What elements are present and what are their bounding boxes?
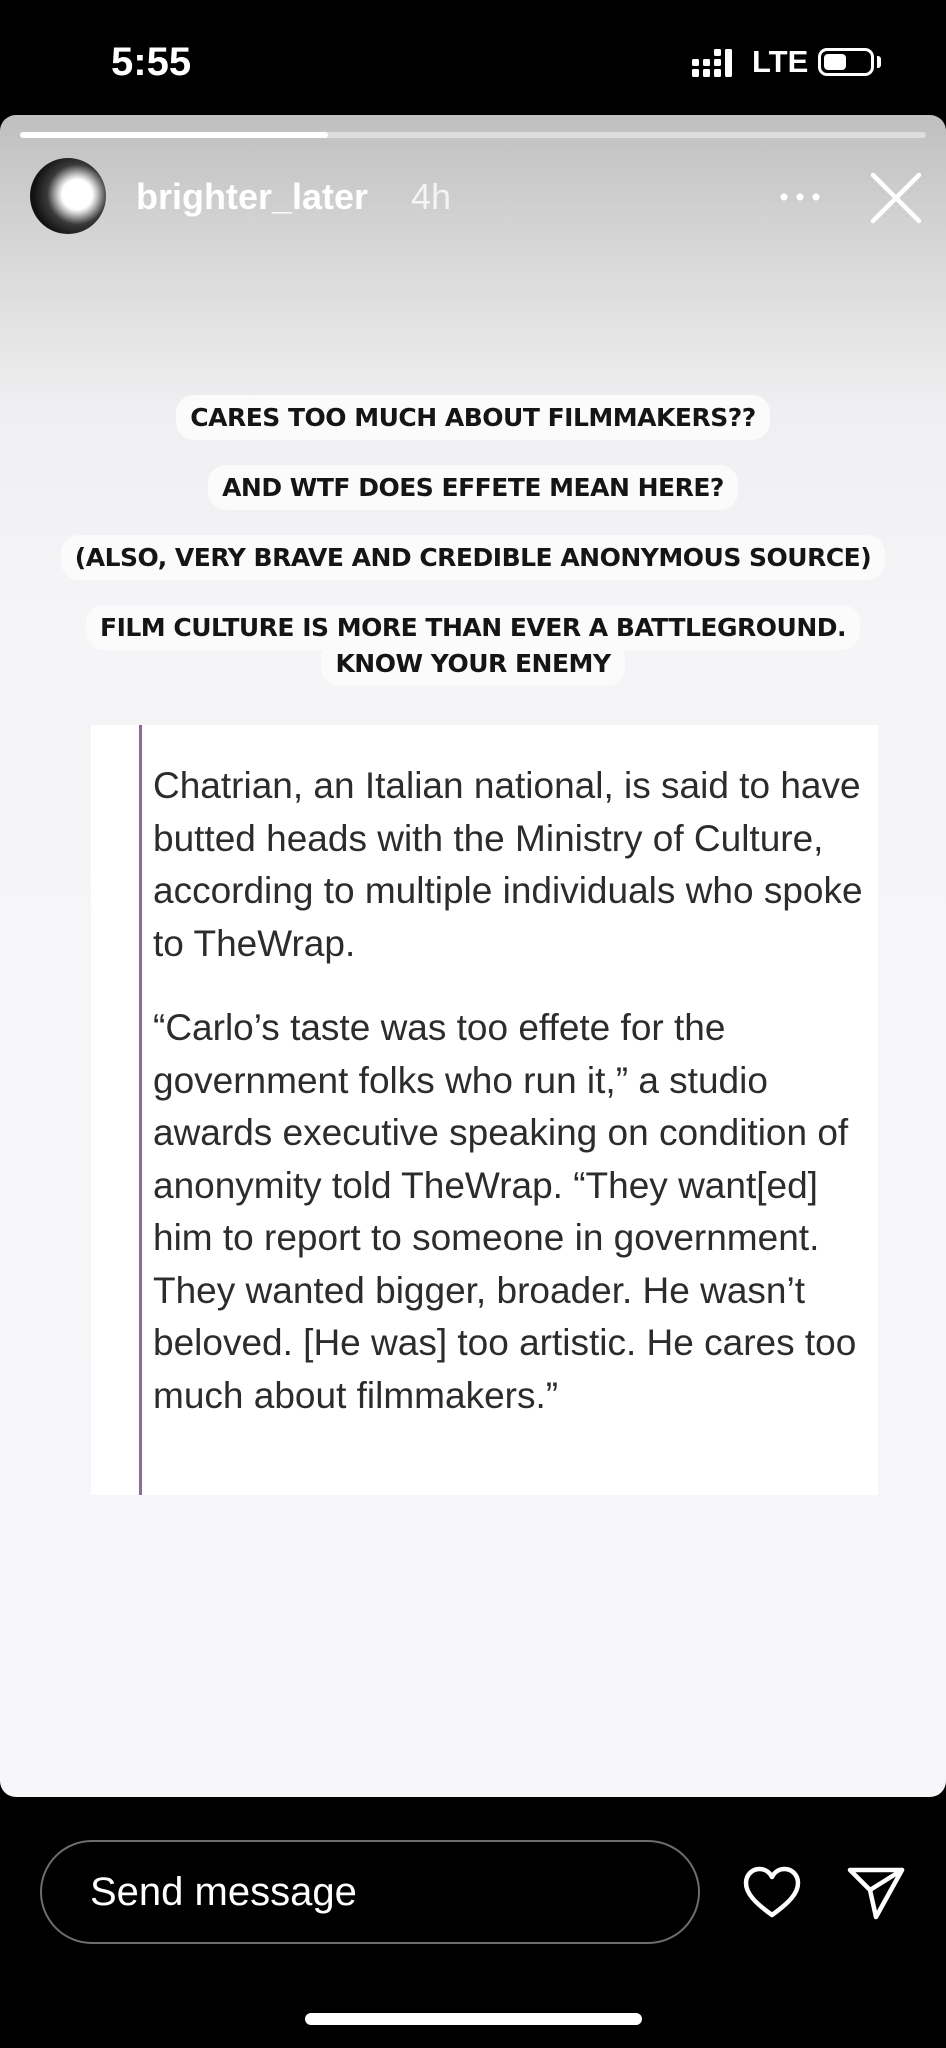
send-icon[interactable] — [846, 1864, 906, 1922]
status-time: 5:55 — [111, 40, 192, 84]
battery-tip — [877, 56, 881, 68]
close-icon[interactable] — [870, 172, 922, 224]
quote-block: Chatrian, an Italian national, is said t… — [91, 725, 878, 1495]
story-caption: CARES TOO MUCH ABOUT FILMMAKERS?? — [0, 395, 946, 440]
story-progress-fill — [20, 132, 329, 138]
signal-icon — [692, 49, 732, 77]
avatar[interactable] — [30, 158, 106, 234]
quote-paragraph: Chatrian, an Italian national, is said t… — [153, 765, 863, 964]
story-card[interactable]: brighter_later 4h CARES TOO MUCH ABOUT F… — [0, 115, 946, 1797]
story-progress-bar — [20, 132, 926, 138]
home-indicator — [305, 2013, 642, 2025]
quote-text: Chatrian, an Italian national, is said t… — [153, 760, 863, 1454]
quote-bar — [139, 725, 142, 1495]
story-caption: KNOW YOUR ENEMY — [0, 641, 946, 686]
send-message-placeholder: Send message — [90, 1870, 357, 1914]
send-message-input[interactable]: Send message — [40, 1840, 700, 1944]
battery-icon — [818, 48, 874, 76]
quote-paragraph: “Carlo’s taste was too effete for the go… — [153, 1007, 857, 1416]
story-time-ago: 4h — [411, 176, 452, 217]
network-label: LTE — [752, 44, 809, 79]
story-caption: AND WTF DOES EFFETE MEAN HERE? — [0, 465, 946, 510]
story-caption: (ALSO, VERY BRAVE AND CREDIBLE ANONYMOUS… — [0, 535, 946, 580]
story-username[interactable]: brighter_later — [136, 176, 368, 218]
more-dots-icon[interactable] — [777, 182, 823, 212]
heart-icon[interactable] — [742, 1865, 802, 1921]
